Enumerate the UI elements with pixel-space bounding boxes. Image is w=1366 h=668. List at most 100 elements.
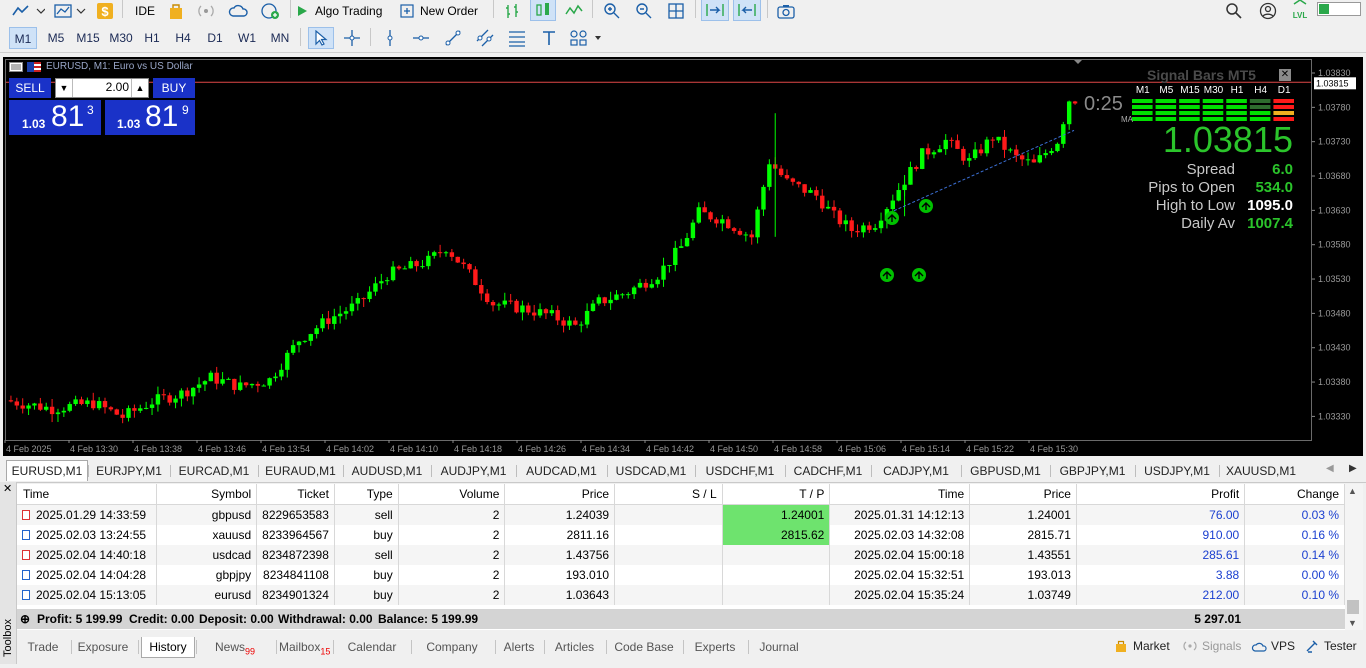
chart-shift-button[interactable] <box>733 0 761 21</box>
chart-window[interactable]: 1.03830 1.03815 1.03780 1.03730 1.03680 1.036… <box>3 57 1363 456</box>
level-button[interactable]: LVL <box>1288 0 1312 20</box>
symbol-tab[interactable]: EURUSD,M1 <box>6 460 88 481</box>
toolbox-tab-history[interactable]: History <box>141 637 195 658</box>
symbol-tab[interactable]: CADCHF,M1 <box>787 461 869 481</box>
symbol-tab[interactable]: EURAUD,M1 <box>260 461 341 481</box>
tf-m15[interactable]: M15 <box>73 27 103 49</box>
column-header[interactable]: Type <box>334 484 399 505</box>
tf-mn[interactable]: MN <box>266 27 294 49</box>
toolbox-tab-exposure[interactable]: Exposure <box>74 637 132 657</box>
signals-button[interactable]: Signals <box>1182 639 1241 653</box>
close-icon[interactable]: ✕ <box>1279 69 1291 81</box>
sell-price-button[interactable]: 1.03 81 3 <box>9 100 101 135</box>
symbol-tab[interactable]: AUDJPY,M1 <box>433 461 514 481</box>
table-row[interactable]: 2025.02.04 15:13:05 eurusd 8234901324 buy 2 1… <box>17 585 1345 605</box>
zoom-in-button[interactable] <box>600 0 624 22</box>
shapes-tool[interactable] <box>568 27 604 49</box>
toolbox-tab-trade[interactable]: Trade <box>23 637 63 657</box>
symbol-tab[interactable]: GBPJPY,M1 <box>1052 461 1133 481</box>
chart-plot-area[interactable] <box>5 59 1312 441</box>
toolbox-close-icon[interactable]: ✕ <box>3 482 12 495</box>
cursor-tool[interactable] <box>308 27 334 49</box>
toolbox-tab-journal[interactable]: Journal <box>751 637 807 657</box>
symbol-tab[interactable]: GBPUSD,M1 <box>963 461 1048 481</box>
algo-trading-button[interactable]: Algo Trading <box>295 0 395 22</box>
symbol-tab[interactable]: EURCAD,M1 <box>172 461 256 481</box>
fibonacci-tool[interactable] <box>505 27 529 49</box>
column-header[interactable]: Volume <box>398 484 506 505</box>
symbol-tab[interactable]: XAUUSD,M1 <box>1221 461 1301 481</box>
ide-button[interactable]: IDE <box>128 0 162 22</box>
toolbox-tab-alerts[interactable]: Alerts <box>498 637 540 657</box>
trading-button[interactable]: $ <box>94 0 116 22</box>
tabs-scroll-left-icon[interactable]: ◀ <box>1326 463 1334 474</box>
scroll-down-icon[interactable]: ▼ <box>1348 618 1357 628</box>
tf-w1[interactable]: W1 <box>235 27 259 49</box>
symbol-tab[interactable]: AUDUSD,M1 <box>345 461 429 481</box>
table-row[interactable]: 2025.02.04 14:04:28 gbpjpy 8234841108 buy 2 1… <box>17 565 1345 585</box>
equidistant-channel-tool[interactable] <box>473 27 497 49</box>
table-row[interactable]: 2025.02.03 13:24:55 xauusd 8233964567 buy 2 2… <box>17 525 1345 545</box>
tester-button[interactable]: Tester <box>1305 639 1357 653</box>
line-button[interactable] <box>562 0 586 22</box>
buy-button[interactable]: BUY <box>153 78 195 98</box>
symbol-tab[interactable]: CADJPY,M1 <box>873 461 959 481</box>
tf-m1[interactable]: M1 <box>9 27 37 49</box>
candlestick-button[interactable] <box>530 0 556 21</box>
column-header[interactable]: Symbol <box>156 484 258 505</box>
toolbox-tab-code-base[interactable]: Code Base <box>609 637 679 657</box>
bar-chart-button[interactable] <box>500 0 524 22</box>
symbol-tab[interactable]: AUDCAD,M1 <box>518 461 605 481</box>
toolbox-tab-calendar[interactable]: Calendar <box>336 637 408 657</box>
symbol-tab[interactable]: USDJPY,M1 <box>1137 461 1217 481</box>
column-header[interactable]: S / L <box>614 484 723 505</box>
column-header[interactable]: Price <box>504 484 616 505</box>
sell-button[interactable]: SELL <box>9 78 51 98</box>
symbol-tab[interactable]: USDCAD,M1 <box>609 461 693 481</box>
column-header[interactable]: Time <box>17 484 158 505</box>
chart-type-button[interactable] <box>10 0 46 22</box>
zoom-out-button[interactable] <box>632 0 656 22</box>
trendline-tool[interactable] <box>441 27 465 49</box>
scroll-up-icon[interactable]: ▲ <box>1348 486 1357 496</box>
symbol-tab[interactable]: EURJPY,M1 <box>90 461 168 481</box>
volume-stepper[interactable]: ▼ ▲ <box>55 78 149 98</box>
scroll-thumb[interactable] <box>1347 600 1359 614</box>
expand-icon[interactable]: ⊕ <box>20 609 30 629</box>
column-header[interactable]: Ticket <box>256 484 335 505</box>
new-order-button[interactable]: New Order <box>400 0 486 22</box>
account-button[interactable] <box>1256 0 1280 22</box>
column-header[interactable]: Change <box>1244 484 1345 505</box>
toolbox-tab-company[interactable]: Company <box>414 637 490 657</box>
tf-m30[interactable]: M30 <box>106 27 136 49</box>
volume-decrease-button[interactable]: ▼ <box>56 79 73 97</box>
vps-add-button[interactable] <box>258 0 284 22</box>
tabs-scroll-right-icon[interactable]: ▶ <box>1349 463 1357 474</box>
market-button[interactable]: Market <box>1114 639 1170 653</box>
tf-h1[interactable]: H1 <box>140 27 164 49</box>
volume-input[interactable] <box>73 79 129 95</box>
tf-h4[interactable]: H4 <box>171 27 195 49</box>
column-header[interactable]: Price <box>969 484 1077 505</box>
tf-d1[interactable]: D1 <box>203 27 227 49</box>
buy-price-button[interactable]: 1.03 81 9 <box>105 100 195 135</box>
column-header[interactable]: T / P <box>722 484 831 505</box>
symbol-tab[interactable]: USDCHF,M1 <box>697 461 783 481</box>
volume-increase-button[interactable]: ▲ <box>131 79 148 97</box>
tile-windows-button[interactable] <box>664 0 688 22</box>
cloud-button[interactable] <box>226 0 252 22</box>
toolbox-tab-articles[interactable]: Articles <box>547 637 602 657</box>
crosshair-tool[interactable] <box>340 27 364 49</box>
bag-button[interactable] <box>164 0 188 22</box>
horizontal-line-tool[interactable] <box>409 27 433 49</box>
screenshot-button[interactable] <box>774 0 798 22</box>
autoscroll-button[interactable] <box>701 0 729 21</box>
column-header[interactable]: Profit <box>1076 484 1246 505</box>
table-row[interactable]: 2025.02.04 14:40:18 usdcad 8234872398 sell 2… <box>17 545 1345 565</box>
vertical-line-tool[interactable] <box>378 27 402 49</box>
signal-button[interactable] <box>194 0 218 22</box>
tf-m5[interactable]: M5 <box>42 27 70 49</box>
toolbox-tab-experts[interactable]: Experts <box>686 637 744 657</box>
search-button[interactable] <box>1222 0 1246 22</box>
vps-button[interactable]: VPS <box>1251 639 1295 653</box>
